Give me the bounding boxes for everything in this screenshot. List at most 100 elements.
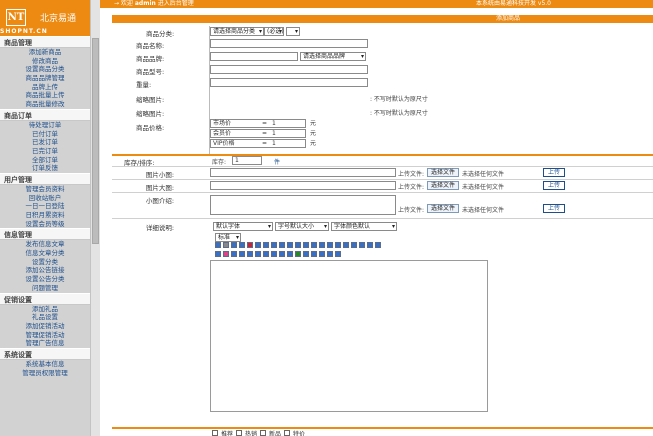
text-color-icon[interactable] (215, 251, 221, 257)
replace-icon[interactable] (311, 251, 317, 257)
about-icon[interactable] (335, 251, 341, 257)
cut-icon[interactable] (223, 242, 229, 248)
sidebar-item[interactable]: 全部订单 (0, 156, 90, 165)
align-right-icon[interactable] (287, 242, 293, 248)
sidebar-item[interactable]: 设置会员等级 (0, 220, 90, 229)
category-select[interactable]: 请选择商品分类 (210, 27, 264, 36)
sidebar-item[interactable]: 添加公告链接 (0, 266, 90, 275)
sidebar-item[interactable]: 商品品牌管理 (0, 74, 90, 83)
upload-button-1[interactable]: 上传 (543, 168, 565, 177)
undo-icon[interactable] (255, 242, 261, 248)
choose-file-button-1[interactable]: 选择文件 (427, 168, 459, 177)
font-size-select[interactable]: 字号默认大小 (275, 222, 329, 231)
sidebar-item[interactable]: 一日一日登陆 (0, 202, 90, 211)
sidebar-item[interactable]: 添加促销活动 (0, 322, 90, 331)
price-box[interactable]: 市场价 (210, 119, 306, 128)
link-icon[interactable] (327, 242, 333, 248)
brand-input[interactable] (210, 52, 298, 61)
brand-select[interactable]: 请选择商品品牌 (300, 52, 366, 61)
sidebar-item[interactable]: 回收站账户 (0, 194, 90, 203)
outdent-icon[interactable] (319, 242, 325, 248)
flash-icon[interactable] (231, 251, 237, 257)
copy-icon[interactable] (231, 242, 237, 248)
price-box[interactable]: VIP价格 (210, 139, 306, 148)
emoticon-icon[interactable] (247, 251, 253, 257)
desc-textarea[interactable] (210, 195, 396, 215)
preview-icon[interactable] (295, 251, 301, 257)
list-icon[interactable] (303, 242, 309, 248)
stock-input[interactable]: 1 (232, 156, 262, 165)
redo-icon[interactable] (263, 242, 269, 248)
sidebar-item[interactable]: 商品批量上传 (0, 91, 90, 100)
category-sub-select[interactable] (286, 27, 300, 36)
highlight-icon[interactable] (223, 251, 229, 257)
pic-big-input[interactable] (210, 181, 396, 190)
sidebar-item[interactable]: 已完订单 (0, 147, 90, 156)
sidebar-item[interactable]: 发布信息文章 (0, 240, 90, 249)
upload-button-3[interactable]: 上传 (543, 204, 565, 213)
row-icon[interactable] (279, 251, 285, 257)
sidebar-item[interactable]: 日积月累资料 (0, 211, 90, 220)
sidebar-group-title[interactable]: 信息管理 (0, 228, 90, 241)
help-icon[interactable] (327, 251, 333, 257)
sidebar-item[interactable]: 已付订单 (0, 130, 90, 139)
sidebar-item[interactable]: 商品批量修改 (0, 100, 90, 109)
sidebar-group-title[interactable]: 商品订单 (0, 108, 90, 121)
align-center-icon[interactable] (279, 242, 285, 248)
sidebar-item[interactable]: 订单反馈 (0, 164, 90, 173)
find-icon[interactable] (303, 251, 309, 257)
format-icon[interactable] (263, 251, 269, 257)
sidebar-item[interactable]: 已发订单 (0, 138, 90, 147)
sidebar-item[interactable]: 设置公告分类 (0, 275, 90, 284)
line-icon[interactable] (359, 242, 365, 248)
rich-text-editor[interactable] (210, 260, 488, 412)
name-input[interactable] (210, 39, 368, 48)
media-icon[interactable] (239, 251, 245, 257)
delete-icon[interactable] (247, 242, 253, 248)
weight-input[interactable] (210, 78, 368, 87)
model-input[interactable] (210, 65, 368, 74)
sidebar-group-title[interactable]: 用户管理 (0, 172, 90, 185)
source-icon[interactable] (367, 242, 373, 248)
image-icon[interactable] (343, 242, 349, 248)
sidebar-group-title[interactable]: 商品管理 (0, 36, 90, 48)
sidebar-item[interactable]: 待处理订单 (0, 121, 90, 130)
sidebar-group-title[interactable]: 促销设置 (0, 292, 90, 305)
flag-checkbox[interactable] (236, 430, 242, 436)
scrollbar-thumb[interactable] (92, 38, 99, 244)
pic-small-input[interactable] (210, 168, 396, 177)
fullscreen-icon[interactable] (375, 242, 381, 248)
align-left-icon[interactable] (271, 242, 277, 248)
category-extra-select[interactable]: (必选) (264, 27, 284, 36)
print-icon[interactable] (319, 251, 325, 257)
sidebar-item[interactable]: 系统基本信息 (0, 360, 90, 369)
flag-checkbox[interactable] (284, 430, 290, 436)
indent-icon[interactable] (311, 242, 317, 248)
flag-checkbox[interactable] (212, 430, 218, 436)
flag-checkbox[interactable] (260, 430, 266, 436)
sidebar-item[interactable]: 信息文章分类 (0, 249, 90, 258)
special-char-icon[interactable] (255, 251, 261, 257)
table-icon[interactable] (351, 242, 357, 248)
sidebar-item[interactable]: 添加新商品 (0, 48, 90, 57)
column-icon[interactable] (287, 251, 293, 257)
sidebar-item[interactable]: 礼品设置 (0, 313, 90, 322)
paragraph-style-select[interactable]: 标准 (215, 233, 241, 242)
paste-icon[interactable] (239, 242, 245, 248)
table-insert-icon[interactable] (271, 251, 277, 257)
sidebar-item[interactable]: 管理广告信息 (0, 339, 90, 348)
price-box[interactable]: 会员价 (210, 129, 306, 138)
sidebar-item[interactable]: 管理促销活动 (0, 331, 90, 340)
sidebar-scrollbar[interactable] (90, 0, 100, 436)
sidebar-item[interactable]: 设置商品分类 (0, 65, 90, 74)
sidebar-item[interactable]: 添加礼品 (0, 305, 90, 314)
choose-file-button-2[interactable]: 选择文件 (427, 181, 459, 190)
justify-icon[interactable] (295, 242, 301, 248)
sidebar-item[interactable]: 管理员权限管理 (0, 369, 90, 378)
sidebar-item[interactable]: 管理会员资料 (0, 185, 90, 194)
choose-file-button-3[interactable]: 选择文件 (427, 204, 459, 213)
font-color-select[interactable]: 字体颜色默认 (331, 222, 397, 231)
sidebar-item[interactable]: 问题管理 (0, 284, 90, 293)
unlink-icon[interactable] (335, 242, 341, 248)
upload-button-2[interactable]: 上传 (543, 181, 565, 190)
